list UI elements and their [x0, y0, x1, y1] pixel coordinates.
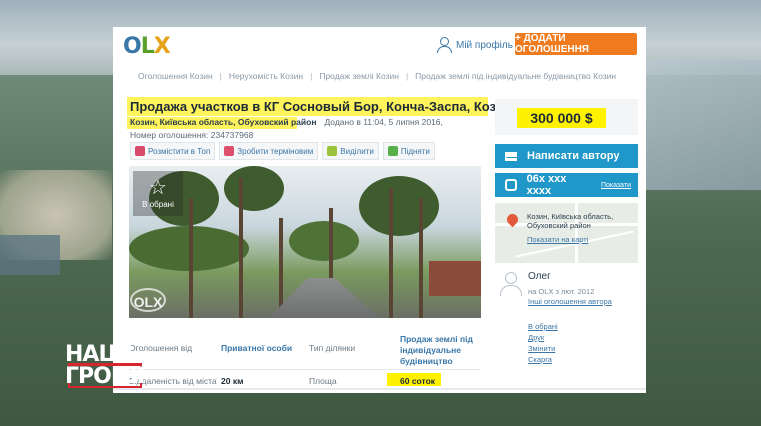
- star-icon: ☆: [149, 177, 167, 199]
- detail-key: Тип ділянки: [309, 343, 356, 353]
- profile-link[interactable]: Мій профіль: [437, 36, 513, 54]
- make-urgent-button[interactable]: Зробити терміновим: [219, 142, 319, 160]
- map-pin-icon: [507, 214, 519, 230]
- edit-link[interactable]: Змінити: [528, 343, 558, 354]
- message-author-label: Написати автору: [527, 150, 620, 162]
- seller-other-ads-link[interactable]: Інші оголошення автора: [528, 297, 612, 306]
- show-on-map-link[interactable]: Показати на карті: [527, 235, 588, 244]
- urgent-icon: [224, 146, 235, 156]
- map-address: Козин, Київська область, Обуховский райо…: [527, 212, 614, 230]
- report-link[interactable]: Скарга: [528, 354, 558, 365]
- seller-name: Олег: [528, 271, 551, 282]
- highlight-button[interactable]: Виділити: [322, 142, 379, 160]
- breadcrumb-item[interactable]: Продаж землі під індивідуальне будівницт…: [415, 71, 616, 81]
- listing-date: Додано в 11:04, 5 липня 2016,: [324, 117, 443, 127]
- phone-number: 06x xxx xxxx: [526, 173, 567, 197]
- detail-value: 60 соток: [400, 376, 436, 386]
- header: OLX Мій профіль + ДОДАТИ ОГОЛОШЕННЯ: [113, 27, 646, 62]
- mail-icon: [505, 151, 517, 161]
- phone-icon: [505, 179, 517, 191]
- action-label: Виділити: [340, 146, 374, 156]
- action-label: Підняти: [400, 146, 430, 156]
- detail-value: 20 км: [221, 376, 244, 386]
- pin-icon: [135, 146, 145, 156]
- show-phone-link[interactable]: Показати: [601, 182, 631, 189]
- logo-x: X: [153, 34, 171, 59]
- ad-number: Номер оголошення: 234737968: [130, 130, 254, 140]
- highlight-icon: [327, 146, 338, 156]
- olx-watermark: OLX: [130, 288, 166, 312]
- action-label: Зробити терміновим: [237, 146, 314, 156]
- user-icon: [437, 37, 452, 53]
- side-links: В обрані Друк Змінити Скарга: [528, 321, 558, 365]
- favorite-label: В обрані: [142, 200, 174, 209]
- bump-button[interactable]: Підняти: [382, 142, 435, 160]
- seller-since: на OLX з лют. 2012: [528, 287, 595, 296]
- bottom-divider: [113, 388, 646, 390]
- promo-actions: Розмістити в Топ Зробити терміновим Виді…: [130, 142, 435, 160]
- breadcrumb-item[interactable]: Нерухомість Козин: [229, 71, 303, 81]
- logo-o: O: [123, 34, 142, 59]
- action-label: Розмістити в Топ: [148, 146, 211, 156]
- detail-value[interactable]: Продаж землі під індивідуальне будівницт…: [400, 334, 482, 367]
- price: 300 000 $: [530, 110, 593, 126]
- profile-label: Мій профіль: [456, 39, 513, 51]
- show-phone-button[interactable]: 06x xxx xxxx Показати: [495, 173, 638, 197]
- detail-value[interactable]: Приватної особи: [221, 343, 292, 353]
- print-link[interactable]: Друк: [528, 332, 558, 343]
- breadcrumb-item[interactable]: Продаж землі Козин: [319, 71, 399, 81]
- channel-logo-bottom: ГРОШІ: [65, 364, 145, 389]
- add-listing-button[interactable]: + ДОДАТИ ОГОЛОШЕННЯ: [515, 33, 637, 55]
- detail-key: Площа: [309, 376, 337, 386]
- olx-logo[interactable]: OLX: [123, 34, 171, 59]
- message-author-button[interactable]: Написати автору: [495, 144, 638, 168]
- road: [269, 278, 379, 318]
- channel-logo: НАШІ ГРОШІ: [65, 342, 145, 390]
- river: [645, 60, 761, 190]
- breadcrumb: Оголошення Козин | Нерухомість Козин | Про…: [138, 71, 617, 81]
- divider: [129, 369, 481, 370]
- logo-l: L: [140, 34, 155, 59]
- breadcrumb-item[interactable]: Оголошення Козин: [138, 71, 213, 81]
- listing-title: Продажа участков в КГ Сосновый Бор, Конч…: [130, 99, 512, 114]
- promote-top-button[interactable]: Розмістити в Топ: [130, 142, 216, 160]
- listing-meta: Козин, Київська область, Обуховский райо…: [130, 117, 443, 127]
- favorite-overlay[interactable]: ☆ В обрані: [133, 171, 183, 216]
- lake: [0, 235, 60, 275]
- listing-location[interactable]: Козин, Київська область, Обуховский райо…: [130, 117, 316, 127]
- add-to-favorites-link[interactable]: В обрані: [528, 321, 558, 332]
- avatar: [498, 271, 522, 296]
- bump-icon: [387, 146, 398, 156]
